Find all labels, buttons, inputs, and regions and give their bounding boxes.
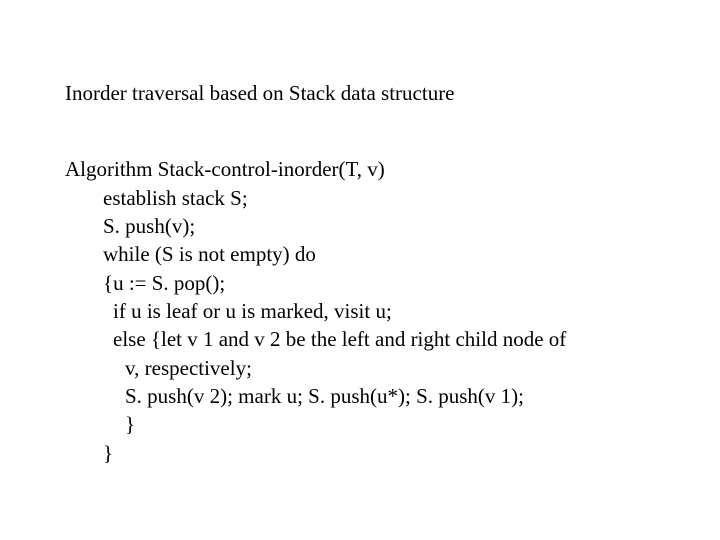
algorithm-line: } [65, 410, 660, 438]
slide: Inorder traversal based on Stack data st… [0, 0, 720, 540]
algorithm-line: establish stack S; [65, 184, 660, 212]
algorithm-line: if u is leaf or u is marked, visit u; [65, 297, 660, 325]
algorithm-line: S. push(v); [65, 212, 660, 240]
slide-title: Inorder traversal based on Stack data st… [65, 80, 660, 107]
algorithm-line: } [65, 439, 660, 467]
algorithm-line: S. push(v 2); mark u; S. push(u*); S. pu… [65, 382, 660, 410]
algorithm-line: {u := S. pop(); [65, 269, 660, 297]
algorithm-line: while (S is not empty) do [65, 240, 660, 268]
algorithm-header: Algorithm Stack-control-inorder(T, v) [65, 155, 660, 183]
algorithm-line: v, respectively; [65, 354, 660, 382]
algorithm-block: Algorithm Stack-control-inorder(T, v) es… [65, 155, 660, 467]
algorithm-line: else {let v 1 and v 2 be the left and ri… [65, 325, 660, 353]
